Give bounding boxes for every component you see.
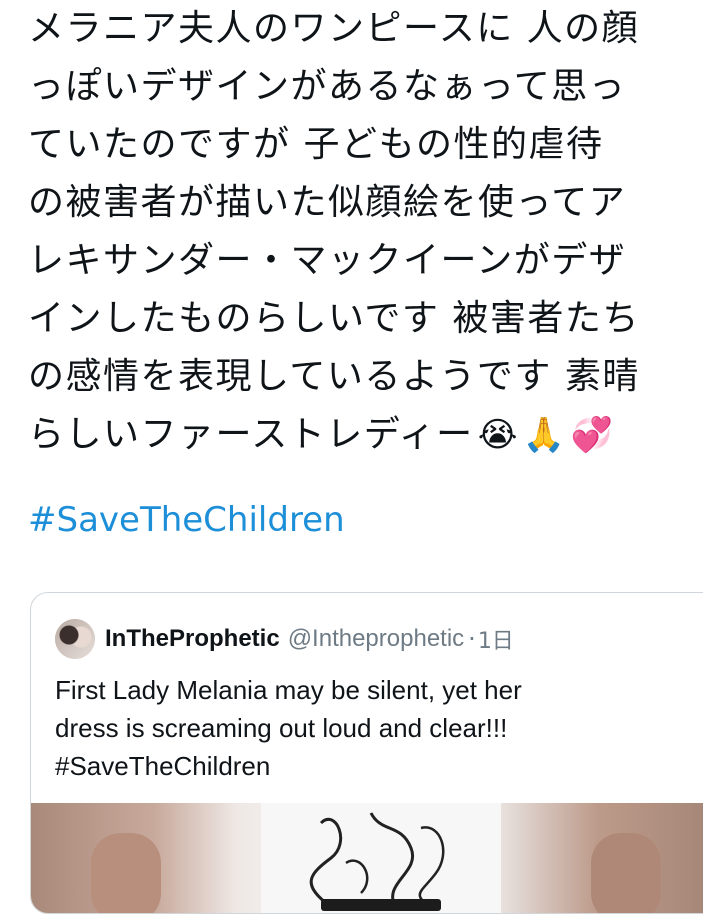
- quoted-author-handle[interactable]: @Intheprophetic: [288, 625, 464, 653]
- avatar[interactable]: [55, 619, 95, 659]
- quoted-author-name[interactable]: InTheProphetic: [105, 625, 280, 653]
- quoted-tweet-text: First Lady Melania may be silent, yet he…: [55, 671, 675, 785]
- tweet-line-text: らしいファーストレディー: [28, 414, 474, 455]
- revolving-hearts-emoji-icon: 💞: [570, 415, 615, 455]
- hashtag-link[interactable]: #SaveTheChildren: [28, 494, 345, 546]
- tweet-line-last: らしいファーストレディー 😭 🙏 💞: [28, 406, 703, 464]
- media-left-arm: [91, 833, 161, 913]
- tweet-line: の感情を表現しているようです 素晴: [28, 356, 640, 397]
- tweet-text: メラニア夫人のワンピースに 人の顔 っぽいデザインがあるなぁって思っ ていたので…: [28, 0, 703, 464]
- media-right-arm: [591, 833, 661, 913]
- quoted-hashtag[interactable]: #SaveTheChildren: [55, 747, 675, 785]
- tweet-line: メラニア夫人のワンピースに 人の顔: [28, 8, 640, 49]
- separator-dot: ·: [468, 625, 476, 653]
- quoted-tweet-header: InTheProphetic @Intheprophetic · 1日: [55, 619, 514, 659]
- quoted-text-line: First Lady Melania may be silent, yet he…: [55, 675, 522, 705]
- tweet-line: っぽいデザインがあるなぁって思っ: [28, 66, 627, 107]
- quoted-timestamp[interactable]: 1日: [478, 623, 514, 655]
- tweet-line: インしたものらしいです 被害者たち: [28, 298, 640, 339]
- tweet-line: の被害者が描いた似顔絵を使ってア: [28, 182, 627, 223]
- quoted-text-line: dress is screaming out loud and clear!!!: [55, 713, 508, 743]
- crying-face-emoji-icon: 😭: [477, 415, 519, 455]
- tweet-line: レキサンダー・マックイーンがデザ: [28, 240, 627, 281]
- media-dress-pattern: [261, 803, 501, 913]
- quoted-tweet-card[interactable]: InTheProphetic @Intheprophetic · 1日 Firs…: [30, 592, 703, 914]
- quoted-media-image[interactable]: [31, 803, 703, 913]
- dress-scribble-icon: [309, 812, 445, 911]
- folded-hands-emoji-icon: 🙏: [522, 415, 567, 455]
- tweet-line: ていたのですが 子どもの性的虐待: [28, 124, 604, 165]
